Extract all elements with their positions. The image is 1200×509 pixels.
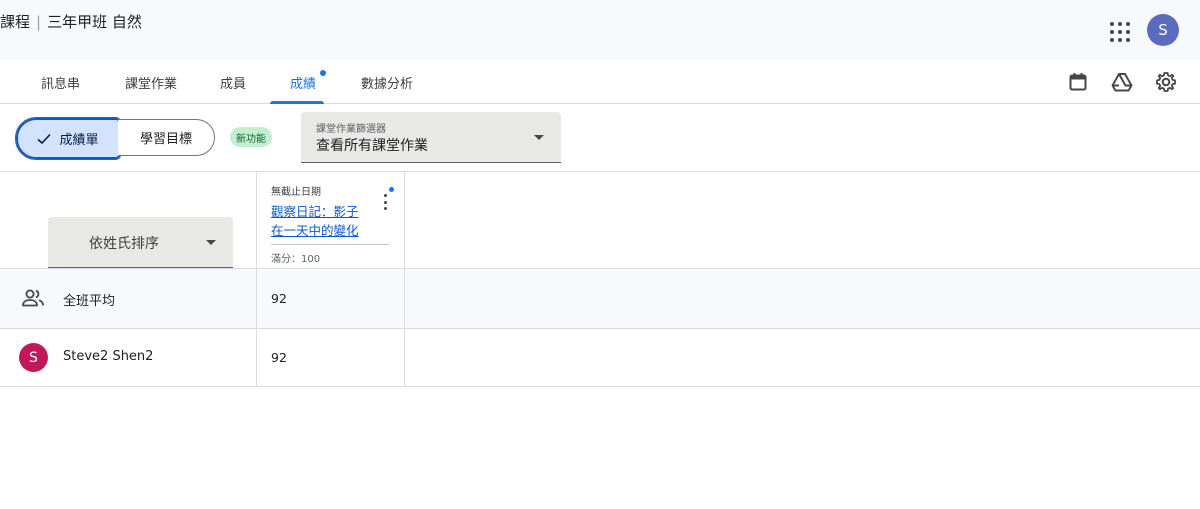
new-feature-badge: 新功能 xyxy=(230,127,272,147)
tab-label: 課堂作業 xyxy=(125,76,178,92)
column-divider xyxy=(256,171,257,387)
learning-goals-label: 學習目標 xyxy=(139,132,192,147)
course-breadcrumb: 課程 | 三年甲班 自然 xyxy=(0,11,142,32)
class-average-score: 92 xyxy=(271,291,287,306)
check-icon xyxy=(37,133,52,144)
top-app-bar: 課程 | 三年甲班 自然 S xyxy=(0,0,1200,60)
google-drive-icon[interactable] xyxy=(1110,70,1134,94)
sort-select-value: 依姓氏排序 xyxy=(89,236,159,252)
grid-divider xyxy=(0,328,1200,329)
assignment-column-header: 無截止日期 觀察日記：影子在一天中的變化 滿分：100 xyxy=(271,183,391,265)
breadcrumb-course-prefix[interactable]: 課程 xyxy=(0,13,30,31)
course-tab-bar: 訊息串 課堂作業 成員 成績 數據分析 xyxy=(0,60,1200,104)
tab-people[interactable]: 成員 xyxy=(220,60,246,104)
dropdown-arrow-icon xyxy=(206,240,216,245)
gradebook-toggle-button[interactable]: 成績單 xyxy=(15,117,121,160)
class-average-label: 全班平均 xyxy=(63,294,116,309)
tab-label: 成績 xyxy=(290,76,317,92)
course-name[interactable]: 三年甲班 自然 xyxy=(47,13,142,31)
grid-divider xyxy=(0,171,1200,172)
calendar-icon[interactable] xyxy=(1066,70,1090,94)
apps-grid-icon[interactable] xyxy=(1104,16,1132,44)
assignment-max-points: 滿分：100 xyxy=(271,254,321,265)
notification-dot xyxy=(389,187,394,192)
tab-analytics[interactable]: 數據分析 xyxy=(361,60,413,104)
gradebook-label: 成績單 xyxy=(59,133,99,148)
student-avatar: S xyxy=(19,343,48,372)
settings-gear-icon[interactable] xyxy=(1154,70,1178,94)
breadcrumb-separator: | xyxy=(36,13,42,31)
learning-goals-toggle-button[interactable]: 學習目標 xyxy=(118,119,215,156)
tab-classwork[interactable]: 課堂作業 xyxy=(125,60,177,104)
classwork-filter-label: 課堂作業篩選器 xyxy=(316,124,386,135)
class-average-row xyxy=(0,269,1200,328)
account-avatar[interactable]: S xyxy=(1147,14,1179,46)
header-divider xyxy=(271,244,389,245)
grid-divider xyxy=(0,386,1200,387)
tab-stream[interactable]: 訊息串 xyxy=(41,60,80,104)
student-name[interactable]: Steve2 Shen2 xyxy=(63,349,153,364)
classwork-filter-value: 查看所有課堂作業 xyxy=(316,138,428,154)
tab-notification-dot xyxy=(320,70,327,76)
sort-by-surname-select[interactable]: 依姓氏排序 xyxy=(48,217,233,268)
column-divider xyxy=(404,171,405,387)
dropdown-arrow-icon xyxy=(534,135,544,140)
student-score-cell[interactable]: 92 xyxy=(271,350,287,365)
assignment-title-link[interactable]: 觀察日記：影子在一天中的變化 xyxy=(271,202,367,240)
classwork-filter-select[interactable]: 課堂作業篩選器 查看所有課堂作業 xyxy=(301,112,561,163)
tab-label: 成員 xyxy=(220,76,247,92)
active-tab-indicator xyxy=(270,101,325,104)
people-group-icon xyxy=(21,289,45,311)
more-options-icon[interactable] xyxy=(380,192,390,212)
tab-label: 訊息串 xyxy=(41,76,81,92)
assignment-due-date: 無截止日期 xyxy=(271,187,321,198)
tab-grades[interactable]: 成績 xyxy=(270,60,327,104)
tab-label: 數據分析 xyxy=(361,76,414,92)
